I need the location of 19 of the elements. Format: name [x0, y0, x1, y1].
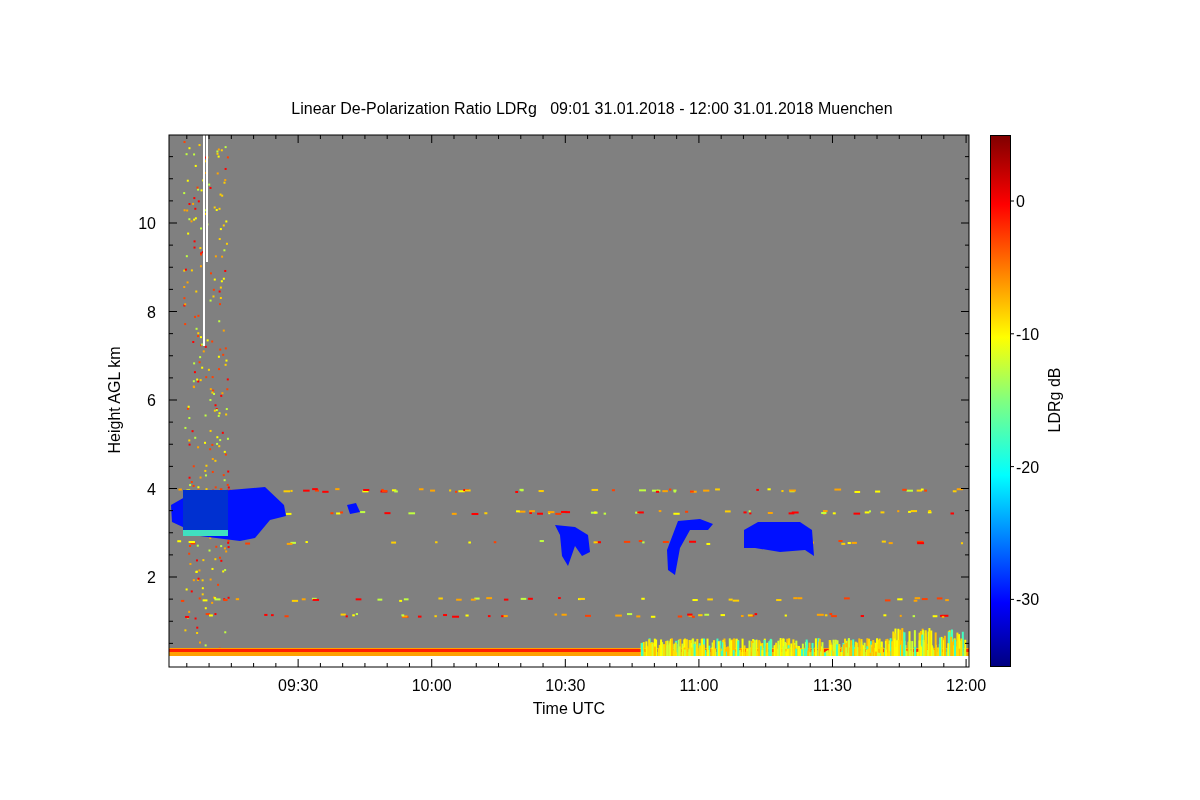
y-tick-label: 10: [138, 215, 156, 232]
colorbar-tick-label: -10: [1016, 325, 1040, 343]
x-tick-label: 11:00: [679, 677, 719, 694]
y-axis-label: Height AGL km: [106, 346, 123, 454]
y-tick-label: 8: [147, 303, 156, 321]
y-tick-label: 4: [147, 480, 156, 498]
x-axis-label: Time UTC: [532, 700, 606, 717]
y-tick-label: 2: [147, 569, 156, 586]
x-tick-label: 12:00: [946, 677, 987, 694]
x-tick-label: 11:30: [813, 677, 852, 694]
colorbar-tick-label: 0: [1016, 193, 1025, 210]
colorbar-tick-label: -20: [1016, 458, 1040, 476]
chart-title: Linear De-Polarization Ratio LDRg 09:01 31.01.2018 - 12:00 31.01.2018 Muenchen: [291, 100, 893, 117]
colorbar-label: LDRg dB: [1046, 367, 1063, 433]
colorbar-tick-label: -30: [1016, 591, 1040, 609]
y-tick-label: 6: [147, 392, 156, 409]
x-tick-label: 10:30: [545, 677, 586, 694]
x-tick-label: 10:00: [411, 677, 452, 694]
x-tick-label: 09:30: [278, 677, 319, 694]
